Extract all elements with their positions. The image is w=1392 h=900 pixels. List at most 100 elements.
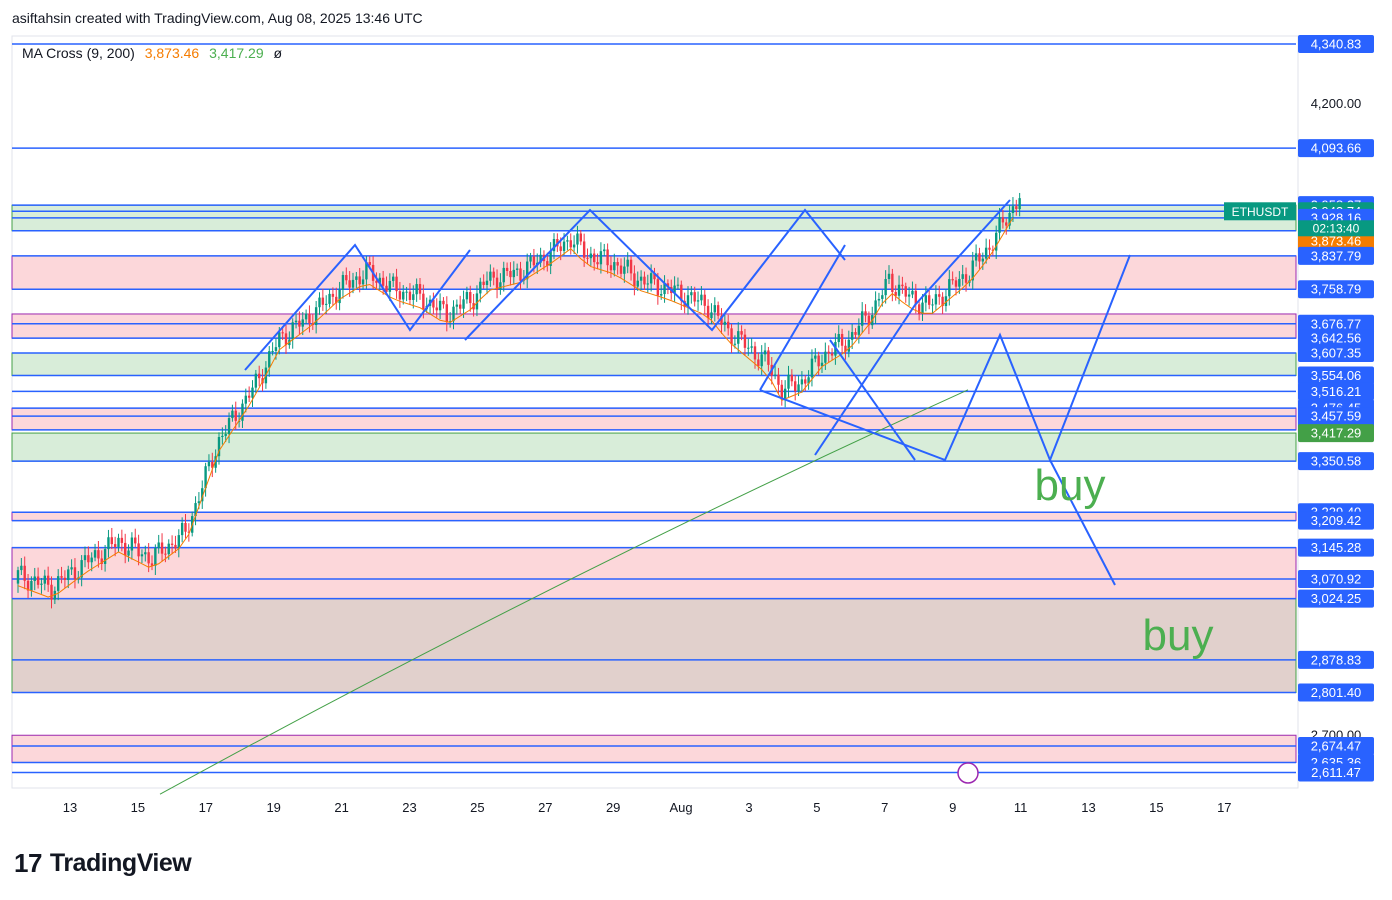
zone-2 — [11, 313, 1297, 339]
candle-body-7 — [40, 583, 43, 585]
candle-body-67 — [241, 403, 244, 421]
candle-body-278 — [948, 279, 951, 297]
candle-body-69 — [247, 395, 251, 398]
countdown-label: 02:13:40 — [1313, 221, 1360, 235]
candle-body-251 — [857, 325, 861, 335]
candle-body-229 — [783, 388, 787, 400]
candle-body-116 — [405, 291, 408, 293]
y-tick-label-13: 3,554.06 — [1311, 368, 1362, 383]
candle-body-109 — [381, 277, 385, 286]
candle-body-217 — [743, 334, 747, 348]
candle-body-235 — [804, 379, 807, 384]
candle-body-50 — [184, 522, 187, 532]
candle-body-188 — [646, 283, 649, 285]
zone-3 — [11, 352, 1297, 376]
y-tick-label-11: 3,642.56 — [1311, 331, 1362, 346]
candle-body-139 — [482, 281, 485, 285]
candle-body-185 — [636, 280, 639, 287]
candle-body-231 — [790, 374, 794, 382]
candle-body-182 — [626, 259, 629, 267]
y-tick-label-21: 3,209.42 — [1311, 513, 1362, 528]
candle-body-16 — [70, 567, 73, 570]
candle-body-49 — [180, 522, 184, 536]
candle-body-36 — [137, 543, 140, 557]
candle-body-280 — [954, 280, 958, 287]
zone-4 — [11, 407, 1297, 431]
candle-body-71 — [254, 373, 258, 388]
candle-body-230 — [787, 374, 790, 389]
x-tick-label-7: 27 — [538, 800, 552, 815]
candle-body-201 — [690, 292, 693, 296]
candle-body-100 — [351, 279, 355, 288]
candle-body-23 — [93, 550, 97, 558]
candle-body-170 — [586, 257, 589, 259]
price-chart[interactable]: 13 15 17 19 21 23 25 27 29 Aug 3 5 7 9 11 13 15 17 buy buy 4… — [0, 0, 1392, 900]
candle-body-70 — [251, 387, 254, 398]
candle-body-232 — [794, 381, 797, 392]
candle-body-126 — [438, 300, 442, 311]
candle-body-293 — [998, 217, 1001, 233]
candle-body-212 — [727, 321, 730, 329]
x-tick-label-10: 3 — [745, 800, 752, 815]
candle-body-102 — [358, 276, 361, 285]
zone-9 — [11, 734, 1297, 763]
candle-body-297 — [1011, 206, 1015, 213]
candle-body-142 — [492, 271, 495, 278]
candle-body-279 — [951, 279, 954, 281]
candle-body-93 — [328, 293, 331, 304]
candle-body-215 — [737, 331, 740, 344]
candle-body-197 — [676, 284, 680, 286]
candle-body-220 — [753, 346, 757, 360]
candle-body-45 — [167, 543, 170, 555]
candle-body-26 — [103, 549, 107, 564]
candle-body-46 — [170, 543, 174, 545]
candle-body-166 — [572, 244, 576, 248]
candle-body-80 — [284, 333, 288, 346]
candle-body-133 — [462, 299, 465, 309]
candle-body-10 — [50, 584, 53, 600]
candle-body-99 — [348, 280, 351, 288]
candle-body-90 — [318, 297, 321, 308]
candle-body-121 — [422, 293, 425, 310]
x-tick-label-14: 11 — [1014, 800, 1028, 815]
y-tick-label-14: 3,516.21 — [1311, 384, 1362, 399]
candle-body-72 — [258, 373, 261, 379]
candle-body-33 — [127, 550, 130, 556]
tradingview-logo[interactable]: 17 TradingView — [14, 848, 192, 879]
y-tick-label-24: 3,024.25 — [1311, 591, 1362, 606]
candle-body-273 — [931, 304, 934, 306]
candle-body-221 — [757, 359, 760, 367]
candle-body-250 — [854, 332, 857, 335]
candle-body-128 — [445, 304, 448, 323]
candle-body-120 — [418, 284, 422, 294]
candle-body-2 — [23, 565, 26, 581]
candle-body-169 — [582, 241, 586, 258]
candle-body-248 — [847, 339, 850, 352]
candle-body-162 — [559, 246, 562, 251]
candle-body-298 — [1015, 206, 1018, 210]
candle-body-178 — [613, 262, 616, 271]
candle-body-214 — [733, 343, 737, 345]
candle-body-119 — [415, 284, 418, 295]
candle-body-117 — [408, 291, 412, 300]
candle-body-270 — [921, 302, 924, 314]
candle-body-275 — [938, 294, 941, 297]
candle-body-150 — [519, 268, 522, 281]
buy-label-1: buy — [1143, 611, 1214, 660]
x-tick-label-1: 15 — [131, 800, 145, 815]
candle-body-274 — [934, 294, 938, 305]
candle-body-189 — [649, 273, 653, 284]
candle-body-97 — [341, 275, 345, 290]
zone-5 — [11, 432, 1297, 462]
candle-body-14 — [63, 577, 67, 581]
candle-body-283 — [964, 274, 968, 283]
candle-body-187 — [643, 276, 646, 285]
candle-body-1 — [20, 565, 23, 571]
candle-body-290 — [988, 247, 991, 250]
candle-body-261 — [891, 273, 894, 292]
candle-body-76 — [271, 350, 274, 352]
candle-body-186 — [639, 276, 643, 281]
candle-body-34 — [130, 537, 134, 551]
candle-body-98 — [345, 275, 348, 281]
candle-body-77 — [274, 347, 278, 351]
